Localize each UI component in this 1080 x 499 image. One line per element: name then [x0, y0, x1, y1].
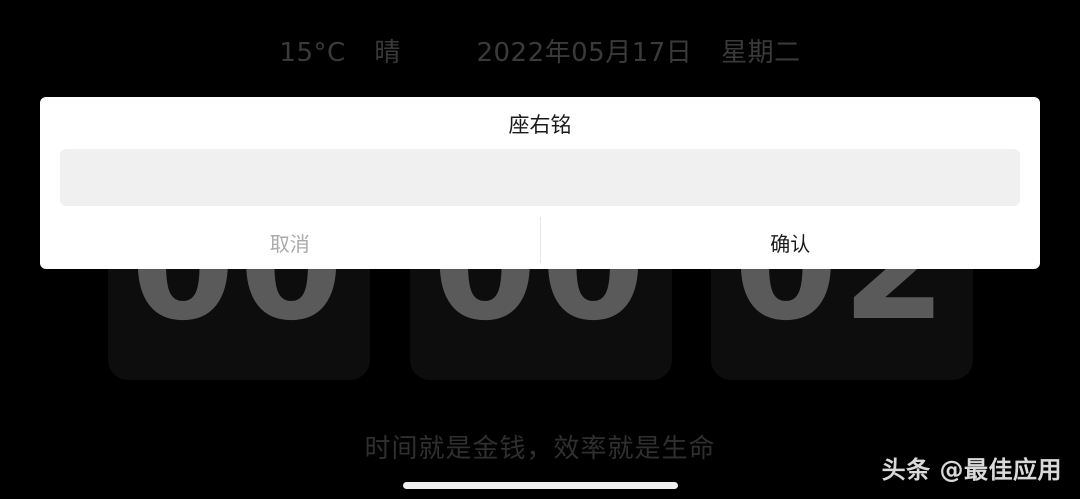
motto-edit-dialog: 座右铭 取消 确认: [40, 97, 1040, 269]
motto-input[interactable]: [60, 149, 1020, 206]
temperature-label: 15°C: [279, 38, 346, 68]
dialog-button-row: 取消 确认: [40, 215, 1040, 269]
watermark: 头条 @最佳应用: [881, 456, 1062, 484]
home-indicator[interactable]: [403, 482, 678, 489]
confirm-button[interactable]: 确认: [541, 215, 1041, 269]
dialog-title: 座右铭: [508, 113, 572, 137]
cancel-button[interactable]: 取消: [40, 215, 540, 269]
date-label: 2022年05月17日: [476, 38, 693, 68]
weekday-label: 星期二: [721, 38, 801, 68]
clock-screen: 15°C 晴 2022年05月17日 星期二 00 00 02 时间就是金钱，效…: [0, 0, 1080, 499]
status-header: 15°C 晴 2022年05月17日 星期二: [0, 32, 1080, 69]
weather-label: 晴: [374, 38, 401, 68]
